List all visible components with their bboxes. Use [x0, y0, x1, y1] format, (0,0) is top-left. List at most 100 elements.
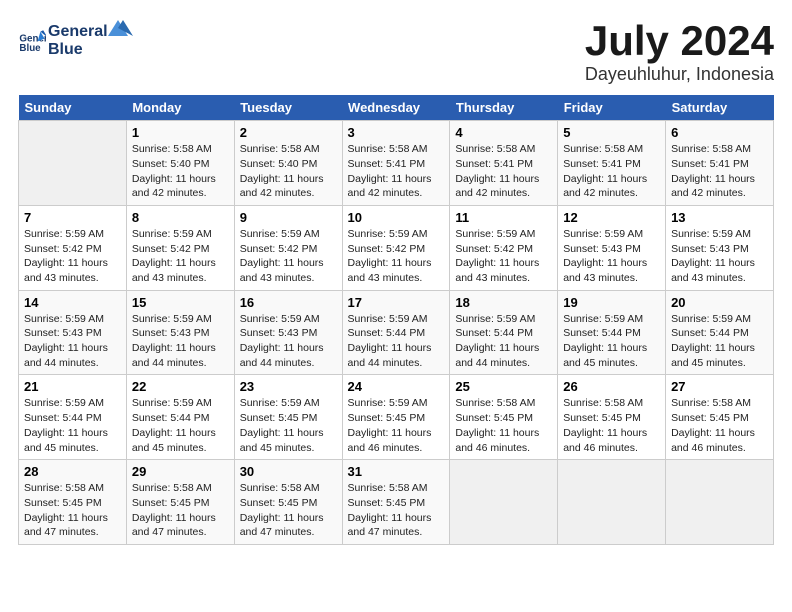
- day-info: Sunrise: 5:58 AM Sunset: 5:45 PM Dayligh…: [240, 481, 337, 540]
- day-number: 29: [132, 464, 229, 479]
- weekday-header-thursday: Thursday: [450, 95, 558, 121]
- day-number: 23: [240, 379, 337, 394]
- calendar-cell: 24Sunrise: 5:59 AM Sunset: 5:45 PM Dayli…: [342, 375, 450, 460]
- day-number: 15: [132, 295, 229, 310]
- weekday-header-monday: Monday: [126, 95, 234, 121]
- calendar-cell: 15Sunrise: 5:59 AM Sunset: 5:43 PM Dayli…: [126, 290, 234, 375]
- day-info: Sunrise: 5:59 AM Sunset: 5:43 PM Dayligh…: [671, 227, 768, 286]
- weekday-header-wednesday: Wednesday: [342, 95, 450, 121]
- calendar-body: 1 Sunrise: 5:58 AM Sunset: 5:40 PM Daylig…: [19, 121, 774, 545]
- calendar-week-3: 14 Sunrise: 5:59 AM Sunset: 5:43 PM Dayli…: [19, 290, 774, 375]
- day-number: 1: [132, 125, 229, 140]
- day-info: Sunrise: 5:58 AM Sunset: 5:41 PM Dayligh…: [563, 142, 660, 201]
- day-info: Sunrise: 5:58 AM Sunset: 5:41 PM Dayligh…: [348, 142, 445, 201]
- day-number: 20: [671, 295, 768, 310]
- calendar-cell: 28 Sunrise: 5:58 AM Sunset: 5:45 PM Dayli…: [19, 460, 127, 545]
- day-info: Sunrise: 5:59 AM Sunset: 5:42 PM Dayligh…: [24, 227, 121, 286]
- calendar-cell: 8 Sunrise: 5:59 AM Sunset: 5:42 PM Daylig…: [126, 205, 234, 290]
- calendar-cell: 16 Sunrise: 5:59 AM Sunset: 5:43 PM Dayli…: [234, 290, 342, 375]
- day-info: Sunrise: 5:58 AM Sunset: 5:45 PM Dayligh…: [24, 481, 121, 540]
- calendar-header-row: SundayMondayTuesdayWednesdayThursdayFrid…: [19, 95, 774, 121]
- day-number: 28: [24, 464, 121, 479]
- calendar-cell: 23 Sunrise: 5:59 AM Sunset: 5:45 PM Dayli…: [234, 375, 342, 460]
- calendar-table: SundayMondayTuesdayWednesdayThursdayFrid…: [18, 95, 774, 545]
- calendar-cell: 30 Sunrise: 5:58 AM Sunset: 5:45 PM Dayli…: [234, 460, 342, 545]
- svg-text:Blue: Blue: [48, 41, 83, 58]
- calendar-cell: 21 Sunrise: 5:59 AM Sunset: 5:44 PM Dayli…: [19, 375, 127, 460]
- day-number: 13: [671, 210, 768, 225]
- title-block: July 2024 Dayeuhluhur, Indonesia: [585, 18, 774, 85]
- calendar-cell: 13 Sunrise: 5:59 AM Sunset: 5:43 PM Dayli…: [666, 205, 774, 290]
- day-number: 27: [671, 379, 768, 394]
- day-info: Sunrise: 5:59 AM Sunset: 5:44 PM Dayligh…: [348, 312, 445, 371]
- day-number: 7: [24, 210, 121, 225]
- day-number: 26: [563, 379, 660, 394]
- month-title: July 2024: [585, 18, 774, 64]
- calendar-cell: 4 Sunrise: 5:58 AM Sunset: 5:41 PM Daylig…: [450, 121, 558, 206]
- day-info: Sunrise: 5:59 AM Sunset: 5:44 PM Dayligh…: [671, 312, 768, 371]
- calendar-cell: 10Sunrise: 5:59 AM Sunset: 5:42 PM Dayli…: [342, 205, 450, 290]
- calendar-cell: 14 Sunrise: 5:59 AM Sunset: 5:43 PM Dayli…: [19, 290, 127, 375]
- day-number: 16: [240, 295, 337, 310]
- calendar-cell: 12 Sunrise: 5:59 AM Sunset: 5:43 PM Dayli…: [558, 205, 666, 290]
- day-number: 30: [240, 464, 337, 479]
- header: General Blue General Blue July 2024 Daye…: [18, 18, 774, 85]
- calendar-cell: 7 Sunrise: 5:59 AM Sunset: 5:42 PM Daylig…: [19, 205, 127, 290]
- calendar-cell: 29 Sunrise: 5:58 AM Sunset: 5:45 PM Dayli…: [126, 460, 234, 545]
- calendar-cell: 2Sunrise: 5:58 AM Sunset: 5:40 PM Daylig…: [234, 121, 342, 206]
- day-info: Sunrise: 5:59 AM Sunset: 5:42 PM Dayligh…: [455, 227, 552, 286]
- day-info: Sunrise: 5:59 AM Sunset: 5:44 PM Dayligh…: [24, 396, 121, 455]
- weekday-header-sunday: Sunday: [19, 95, 127, 121]
- day-info: Sunrise: 5:59 AM Sunset: 5:44 PM Dayligh…: [563, 312, 660, 371]
- calendar-cell: [19, 121, 127, 206]
- day-info: Sunrise: 5:58 AM Sunset: 5:45 PM Dayligh…: [348, 481, 445, 540]
- calendar-cell: 26 Sunrise: 5:58 AM Sunset: 5:45 PM Dayli…: [558, 375, 666, 460]
- day-number: 11: [455, 210, 552, 225]
- main-container: General Blue General Blue July 2024 Daye…: [0, 0, 792, 555]
- calendar-week-1: 1 Sunrise: 5:58 AM Sunset: 5:40 PM Daylig…: [19, 121, 774, 206]
- day-info: Sunrise: 5:59 AM Sunset: 5:42 PM Dayligh…: [132, 227, 229, 286]
- day-number: 5: [563, 125, 660, 140]
- day-number: 24: [348, 379, 445, 394]
- calendar-cell: 1 Sunrise: 5:58 AM Sunset: 5:40 PM Daylig…: [126, 121, 234, 206]
- calendar-cell: 22Sunrise: 5:59 AM Sunset: 5:44 PM Dayli…: [126, 375, 234, 460]
- logo-icon: General Blue: [18, 26, 46, 54]
- day-info: Sunrise: 5:59 AM Sunset: 5:45 PM Dayligh…: [240, 396, 337, 455]
- day-number: 12: [563, 210, 660, 225]
- day-number: 19: [563, 295, 660, 310]
- calendar-cell: 9Sunrise: 5:59 AM Sunset: 5:42 PM Daylig…: [234, 205, 342, 290]
- day-info: Sunrise: 5:58 AM Sunset: 5:45 PM Dayligh…: [563, 396, 660, 455]
- day-number: 14: [24, 295, 121, 310]
- calendar-cell: 31 Sunrise: 5:58 AM Sunset: 5:45 PM Dayli…: [342, 460, 450, 545]
- logo: General Blue General Blue: [18, 18, 138, 63]
- calendar-cell: 6Sunrise: 5:58 AM Sunset: 5:41 PM Daylig…: [666, 121, 774, 206]
- day-info: Sunrise: 5:58 AM Sunset: 5:41 PM Dayligh…: [455, 142, 552, 201]
- calendar-cell: 5 Sunrise: 5:58 AM Sunset: 5:41 PM Daylig…: [558, 121, 666, 206]
- day-info: Sunrise: 5:59 AM Sunset: 5:43 PM Dayligh…: [240, 312, 337, 371]
- day-info: Sunrise: 5:59 AM Sunset: 5:42 PM Dayligh…: [348, 227, 445, 286]
- day-info: Sunrise: 5:58 AM Sunset: 5:40 PM Dayligh…: [132, 142, 229, 201]
- calendar-cell: [666, 460, 774, 545]
- day-number: 8: [132, 210, 229, 225]
- calendar-cell: 18 Sunrise: 5:59 AM Sunset: 5:44 PM Dayli…: [450, 290, 558, 375]
- calendar-cell: [558, 460, 666, 545]
- calendar-cell: 27Sunrise: 5:58 AM Sunset: 5:45 PM Dayli…: [666, 375, 774, 460]
- day-number: 25: [455, 379, 552, 394]
- day-number: 6: [671, 125, 768, 140]
- calendar-cell: 11 Sunrise: 5:59 AM Sunset: 5:42 PM Dayli…: [450, 205, 558, 290]
- day-info: Sunrise: 5:59 AM Sunset: 5:44 PM Dayligh…: [132, 396, 229, 455]
- day-number: 4: [455, 125, 552, 140]
- calendar-cell: 3Sunrise: 5:58 AM Sunset: 5:41 PM Daylig…: [342, 121, 450, 206]
- calendar-week-2: 7 Sunrise: 5:59 AM Sunset: 5:42 PM Daylig…: [19, 205, 774, 290]
- day-number: 21: [24, 379, 121, 394]
- day-info: Sunrise: 5:59 AM Sunset: 5:44 PM Dayligh…: [455, 312, 552, 371]
- day-info: Sunrise: 5:59 AM Sunset: 5:43 PM Dayligh…: [563, 227, 660, 286]
- day-info: Sunrise: 5:58 AM Sunset: 5:45 PM Dayligh…: [132, 481, 229, 540]
- calendar-cell: 19 Sunrise: 5:59 AM Sunset: 5:44 PM Dayli…: [558, 290, 666, 375]
- day-info: Sunrise: 5:58 AM Sunset: 5:45 PM Dayligh…: [455, 396, 552, 455]
- day-number: 31: [348, 464, 445, 479]
- day-info: Sunrise: 5:58 AM Sunset: 5:40 PM Dayligh…: [240, 142, 337, 201]
- day-number: 18: [455, 295, 552, 310]
- weekday-header-friday: Friday: [558, 95, 666, 121]
- day-info: Sunrise: 5:59 AM Sunset: 5:43 PM Dayligh…: [24, 312, 121, 371]
